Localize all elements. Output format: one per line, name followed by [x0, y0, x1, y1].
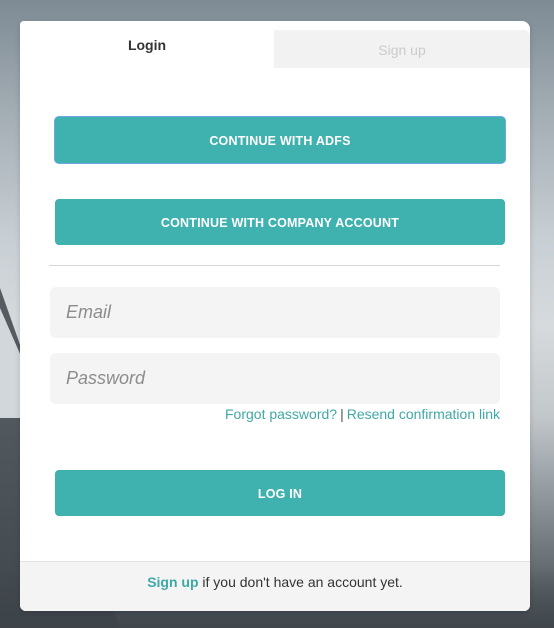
auth-tabs: Login Sign up: [20, 21, 530, 68]
footer-signup-link[interactable]: Sign up: [147, 574, 198, 590]
account-links: Forgot password? | Resend confirmation lin…: [225, 406, 500, 422]
footer-text: if you don't have an account yet.: [198, 574, 403, 590]
log-in-button[interactable]: LOG IN: [55, 470, 505, 516]
continue-with-company-account-button[interactable]: CONTINUE WITH COMPANY ACCOUNT: [55, 199, 505, 245]
forgot-password-link[interactable]: Forgot password?: [225, 406, 337, 422]
password-field[interactable]: [50, 353, 500, 404]
resend-confirmation-link[interactable]: Resend confirmation link: [347, 406, 500, 422]
login-card: Login Sign up CONTINUE WITH ADFS CONTINU…: [20, 21, 530, 611]
signup-footer: Sign up if you don't have an account yet…: [20, 561, 530, 611]
tab-signup[interactable]: Sign up: [274, 30, 530, 68]
links-separator: |: [340, 406, 344, 422]
divider: [49, 265, 500, 266]
tab-login[interactable]: Login: [20, 21, 274, 68]
email-field[interactable]: [50, 287, 500, 338]
continue-with-adfs-button[interactable]: CONTINUE WITH ADFS: [55, 117, 505, 163]
